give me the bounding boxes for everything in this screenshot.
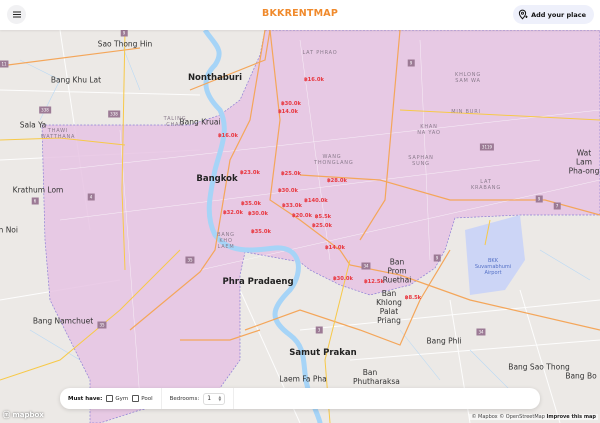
place-label: Ban Prom Ruethai [382,257,412,285]
place-label: m Noi [0,225,18,235]
bedrooms-value: 1 [207,395,212,402]
route-shield: 338 [108,110,120,118]
add-place-button[interactable]: Add your place [513,5,594,24]
price-marker[interactable]: ฿8.5k [405,295,421,301]
place-label: Bang Bo [565,371,597,381]
route-shield: 9 [407,59,415,67]
mapbox-logo[interactable]: ⓜ mapbox [3,410,44,420]
attribution: © Mapbox © OpenStreetMap Improve this ma… [469,414,598,420]
route-shield: 4 [87,193,95,201]
place-label: Bangkok [196,174,238,184]
price-marker[interactable]: ฿25.0k [312,223,332,229]
add-place-label: Add your place [531,10,586,19]
place-label: Ban Phutharaksa [353,368,400,386]
filter-bar: Must have: Gym Pool Bedrooms: 1 ▲ ▼ [60,388,540,409]
district-label: LAT PHRAO [302,50,338,56]
place-label: Bang Namchuet [32,316,94,326]
price-marker[interactable]: ฿30.0k [281,101,301,107]
bedrooms-section: Bedrooms: 1 ▲ ▼ [160,388,234,409]
price-marker[interactable]: ฿20.0k [292,213,312,219]
place-label: Bang Sao Thong [508,362,570,372]
price-marker[interactable]: ฿25.0k [281,171,301,177]
must-have-label: Must have: [68,395,103,402]
price-marker[interactable]: ฿35.0k [251,229,271,235]
district-label: WANG THONGLANG [314,154,354,166]
route-shield: 3 [315,326,323,334]
district-label: TALING CHAN [163,116,187,128]
must-have-section: Must have: Gym Pool [60,388,161,409]
price-marker[interactable]: ฿12.5k [364,279,384,285]
airport-label: BKK Suvarnabhumi Airport [474,258,512,276]
district-label: LAT KRABANG [470,179,502,191]
top-bar: BKKRENTMAP Add your place [0,0,600,30]
place-label: Ban Khlong Palat Priang [376,289,402,325]
price-marker[interactable]: ฿35.0k [241,201,261,207]
attribution-text[interactable]: © Mapbox © OpenStreetMap [471,414,544,420]
checkbox-icon [132,395,140,402]
price-marker[interactable]: ฿28.0k [327,178,347,184]
district-label: KHLONG SAM WA [455,72,481,84]
route-shield: 11 [0,60,9,68]
price-marker[interactable]: ฿5.5k [315,214,331,220]
route-shield: 7 [553,202,561,210]
place-label: Wat Lam Pha-ong [568,148,600,176]
district-label: KHAN NA YAO [417,124,441,136]
price-marker[interactable]: ฿14.0k [325,245,345,251]
pool-checkbox[interactable]: Pool [132,395,153,402]
place-label: Samut Prakan [289,348,357,358]
district-label: THAWI WATTHANA [40,128,76,140]
gym-checkbox[interactable]: Gym [106,395,128,402]
bedrooms-label: Bedrooms: [169,395,200,402]
route-shield: 34 [361,262,371,270]
route-shield: 9 [120,29,128,37]
price-marker[interactable]: ฿16.0k [304,77,324,83]
improve-map-link[interactable]: Improve this map [547,414,597,420]
price-marker[interactable]: ฿14.0k [278,109,298,115]
place-label: Laem Fa Pha [279,374,327,384]
place-label: Bang Phli [426,336,462,346]
mapbox-logo-text: mapbox [12,411,44,419]
price-marker[interactable]: ฿23.0k [240,170,260,176]
route-shield: 9 [535,195,543,203]
district-label: MIN BURI [451,109,481,115]
price-marker[interactable]: ฿140.0k [304,198,327,204]
pool-label: Pool [141,396,153,402]
checkbox-icon [106,395,114,402]
district-label: SAPHAN SUNG [408,155,434,167]
filter-bar-spacer [233,388,540,409]
place-label: Nonthaburi [187,73,243,83]
place-label: Sao Thong Hin [97,39,153,49]
route-shield: 3119 [479,143,495,151]
gym-label: Gym [115,396,129,402]
bedrooms-stepper[interactable]: 1 ▲ ▼ [203,392,226,405]
district-label: BANG KHO LAEM [217,232,235,250]
price-marker[interactable]: ฿32.0k [223,210,243,216]
route-shield: 338 [39,106,51,114]
price-marker[interactable]: ฿30.0k [333,276,353,282]
route-shield: 35 [97,321,107,329]
price-marker[interactable]: ฿30.0k [248,211,268,217]
brand-title: BKKRENTMAP [262,8,338,19]
route-shield: 35 [185,256,195,264]
route-shield: 34 [476,328,486,336]
route-shield: 6 [31,197,39,205]
map-pin-plus-icon [518,9,528,20]
place-label: Krathum Lom [12,185,64,195]
price-marker[interactable]: ฿33.0k [282,203,302,209]
stepper-arrows-icon[interactable]: ▲ ▼ [219,395,222,402]
map-canvas[interactable]: Sao Thong Hin Nonthaburi Bang Khu Lat Ba… [0,29,600,423]
price-marker[interactable]: ฿30.0k [278,188,298,194]
price-marker[interactable]: ฿16.0k [218,133,238,139]
route-shield: 9 [433,254,441,262]
place-label: Bang Khu Lat [50,75,102,85]
place-label: Phra Pradaeng [222,277,294,287]
